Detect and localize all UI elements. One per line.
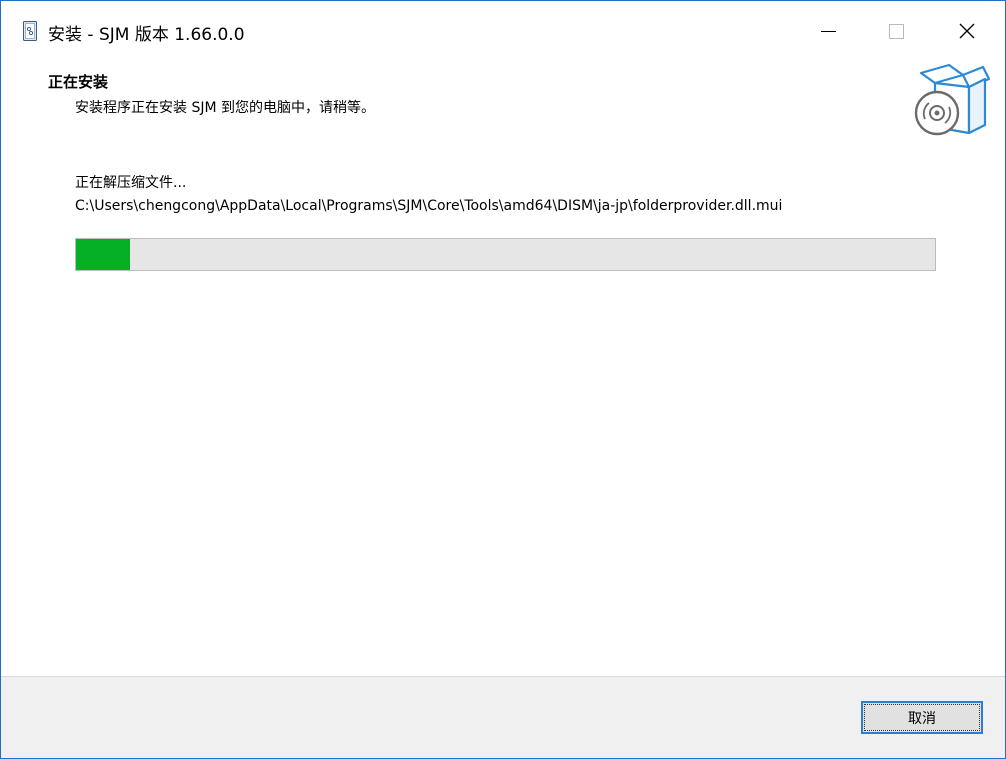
window-title: 安装 - SJM 版本 1.66.0.0	[48, 25, 245, 45]
status-text: 正在解压缩文件...	[75, 175, 187, 191]
footer-panel: 取消	[1, 676, 1005, 758]
progress-bar	[75, 238, 936, 271]
close-button[interactable]	[944, 11, 990, 51]
page-title: 正在安装	[48, 73, 109, 91]
maximize-icon	[889, 24, 904, 39]
cancel-button[interactable]: 取消	[861, 701, 983, 734]
installer-window: 安装 - SJM 版本 1.66.0.0 正在安装 安装程序正在安装 SJM 到…	[0, 0, 1006, 759]
maximize-button[interactable]	[873, 11, 919, 51]
minimize-button[interactable]	[805, 11, 851, 51]
box-with-disc-icon	[911, 61, 991, 139]
progress-fill	[76, 239, 130, 270]
title-bar[interactable]: 安装 - SJM 版本 1.66.0.0	[1, 1, 1005, 61]
page-subtitle: 安装程序正在安装 SJM 到您的电脑中，请稍等。	[75, 100, 375, 116]
current-file-path: C:\Users\chengcong\AppData\Local\Program…	[75, 198, 783, 214]
minimize-icon	[821, 31, 836, 32]
close-icon	[959, 23, 975, 39]
app-icon	[23, 21, 37, 41]
cancel-button-label: 取消	[864, 704, 980, 731]
